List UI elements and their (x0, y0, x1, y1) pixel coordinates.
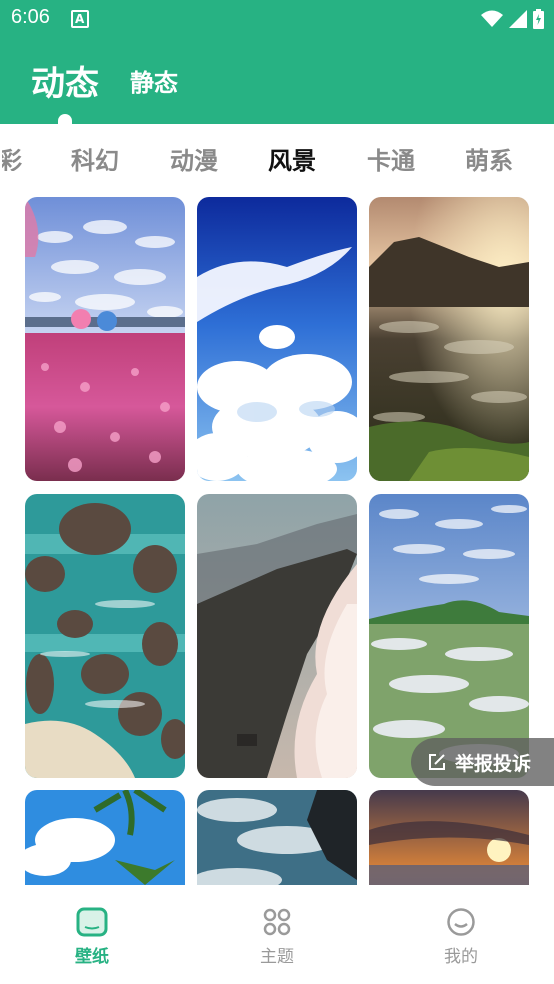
tab-indicator (58, 114, 72, 124)
nav-item-wallpaper[interactable]: 壁纸 (32, 907, 152, 967)
cloud-ridge-wallpaper[interactable] (197, 494, 357, 778)
battery-icon (533, 9, 544, 29)
category-item-cartoon[interactable]: 卡通 (367, 141, 415, 176)
wallpaper-icon (76, 907, 108, 937)
flower-field-wallpaper[interactable] (25, 197, 185, 481)
status-icons (481, 8, 544, 30)
flower-meadow-sky-wallpaper[interactable] (369, 494, 529, 778)
theme-grid-icon (263, 908, 291, 936)
category-item-scenery[interactable]: 风景 (268, 141, 316, 176)
app-header: 6:06 A 动态 静态 (0, 0, 554, 124)
smiley-icon (447, 908, 475, 936)
nav-label-theme: 主题 (260, 947, 294, 967)
wifi-icon (481, 10, 503, 27)
category-item-scifi[interactable]: 科幻 (71, 141, 119, 176)
category-bar[interactable]: 彩 科幻 动漫 风景 卡通 萌系 (0, 124, 554, 190)
cellular-signal-icon (509, 10, 527, 28)
mountain-sunbeam-wallpaper[interactable] (369, 197, 529, 481)
blue-sky-clouds-wallpaper[interactable] (197, 197, 357, 481)
status-bar: 6:06 A (0, 0, 554, 38)
nav-item-mine[interactable]: 我的 (401, 907, 521, 967)
ocean-waves-wallpaper[interactable] (197, 790, 357, 885)
report-label: 举报投诉 (455, 752, 532, 775)
top-tab-bar: 动态 静态 (0, 52, 554, 105)
sea-rocks-wallpaper[interactable] (25, 494, 185, 778)
nav-item-theme[interactable]: 主题 (217, 907, 337, 967)
bottom-nav: 壁纸 主题 我的 (0, 885, 554, 984)
tab-dynamic[interactable]: 动态 (31, 56, 99, 105)
edit-icon (429, 754, 445, 770)
sunset-sea-wallpaper[interactable] (369, 790, 529, 885)
nav-label-wallpaper: 壁纸 (75, 947, 109, 967)
palm-sky-wallpaper[interactable] (25, 790, 185, 885)
a-icon: A (71, 10, 89, 28)
nav-label-mine: 我的 (444, 947, 478, 967)
report-button[interactable]: 举报投诉 (411, 738, 554, 786)
category-item-cute[interactable]: 萌系 (465, 141, 513, 176)
tab-static[interactable]: 静态 (130, 63, 178, 98)
category-item-anime[interactable]: 动漫 (170, 141, 218, 176)
category-item-partial[interactable]: 彩 (2, 141, 22, 171)
status-time: 6:06 (11, 6, 50, 28)
